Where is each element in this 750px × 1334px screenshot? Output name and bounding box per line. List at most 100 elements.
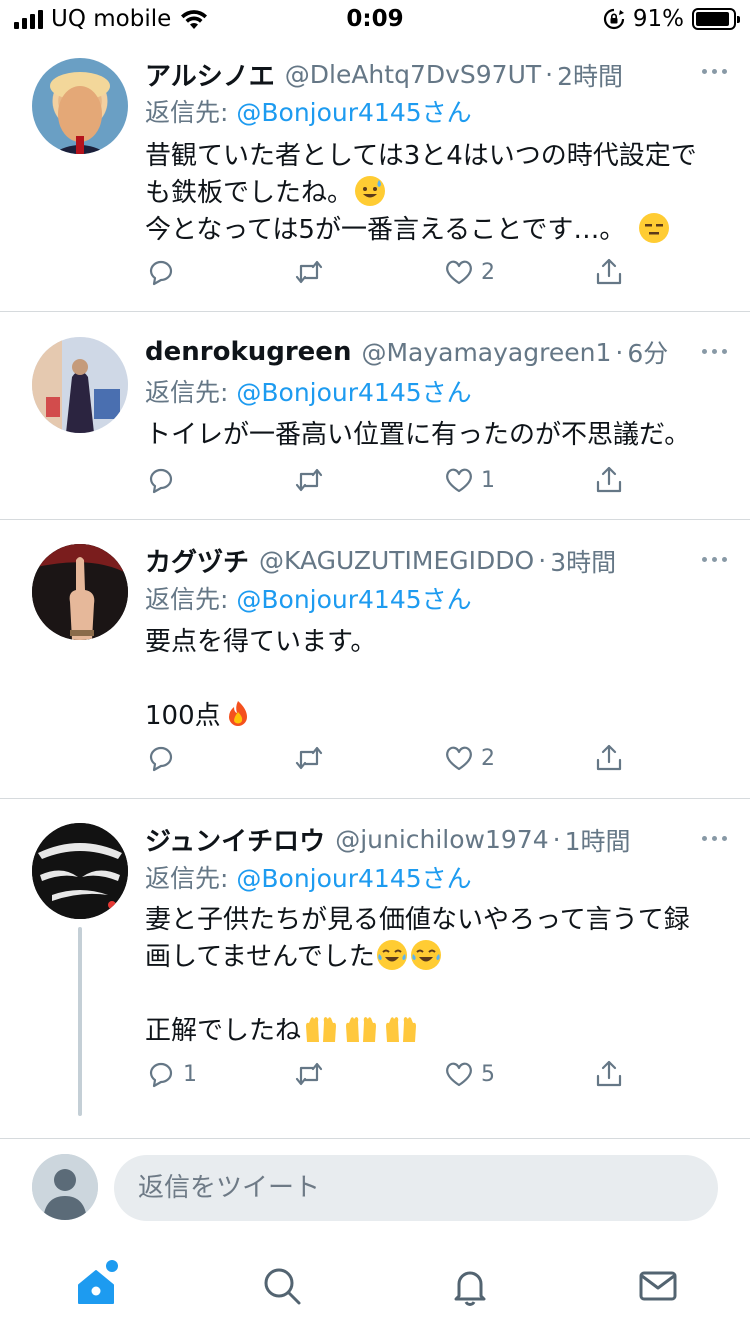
display-name[interactable]: アルシノエ (145, 56, 275, 93)
tab-search[interactable] (252, 1256, 312, 1316)
tears-of-joy-emoji (376, 940, 407, 970)
avatar[interactable] (32, 337, 128, 433)
user-handle[interactable]: @DleAhtq7DvS97UT (285, 60, 541, 89)
tweet-text: 要点を得ています。 100点 (145, 624, 715, 735)
like-count: 2 (481, 745, 495, 771)
rotation-lock-icon (603, 8, 624, 30)
tweet-header: アルシノエ @DleAhtq7DvS97UT · 2時間 (145, 56, 730, 93)
share-button[interactable] (593, 256, 625, 288)
share-button[interactable] (593, 742, 625, 774)
like-button[interactable]: 1 (443, 464, 495, 496)
retweet-icon (295, 468, 323, 492)
battery-fill (696, 12, 729, 26)
user-handle[interactable]: @junichilow1974 (335, 825, 548, 854)
reply-to-mention[interactable]: @Bonjour4145さん (236, 585, 471, 614)
avatar-image (32, 337, 128, 433)
default-avatar-icon (32, 1154, 98, 1220)
tweet-text-line: 100点 (145, 698, 715, 735)
share-button[interactable] (593, 1058, 625, 1090)
display-name[interactable]: カグヅチ (145, 542, 249, 579)
heart-icon (446, 260, 472, 285)
retweet-icon (295, 746, 323, 770)
tweet-actions: 2 (145, 742, 625, 782)
expressionless-emoji (639, 213, 670, 243)
retweet-button[interactable] (293, 1058, 331, 1090)
share-button[interactable] (593, 464, 625, 496)
mail-icon (639, 1271, 677, 1301)
tab-messages[interactable] (628, 1256, 688, 1316)
reply-to-mention[interactable]: @Bonjour4145さん (236, 864, 471, 893)
tweet-text: 妻と子供たちが見る価値ないやろって言うて録 画してませんでした 正解でしたね (145, 902, 715, 1050)
tweet-time[interactable]: 3時間 (550, 543, 616, 579)
reply-to-mention[interactable]: @Bonjour4145さん (236, 378, 471, 407)
user-handle[interactable]: @KAGUZUTIMEGIDDO (259, 546, 534, 575)
retweet-button[interactable] (293, 742, 331, 774)
reply-icon (149, 746, 173, 772)
reply-to-mention[interactable]: @Bonjour4145さん (236, 98, 471, 127)
reply-count: 1 (183, 1061, 197, 1087)
tweet-time[interactable]: 2時間 (557, 57, 623, 93)
battery-percent: 91% (632, 6, 684, 32)
avatar-image (32, 823, 128, 919)
tab-notifications[interactable] (440, 1256, 500, 1316)
tweet[interactable]: denrokugreen @Mayamayagreen1 · 6分 返信先: @… (0, 312, 750, 520)
tweet-text-line: も鉄板でしたね。 (145, 175, 715, 212)
retweet-icon (295, 260, 323, 284)
battery-icon (692, 8, 740, 30)
reply-to-label: 返信先: (145, 585, 237, 614)
tab-bar (0, 1238, 750, 1334)
reply-to-label: 返信先: (145, 864, 237, 893)
reply-button[interactable] (145, 742, 183, 774)
more-options-icon[interactable] (702, 833, 732, 843)
display-name[interactable]: ジュンイチロウ (145, 821, 325, 858)
tweet[interactable]: アルシノエ @DleAhtq7DvS97UT · 2時間 返信先: @Bonjo… (0, 40, 750, 312)
reply-button[interactable] (145, 464, 183, 496)
separator-dot: · (545, 60, 554, 89)
status-right: 91% (603, 6, 740, 32)
avatar-image (32, 544, 128, 640)
display-name[interactable]: denrokugreen (145, 337, 351, 367)
fire-emoji (223, 699, 253, 729)
reply-button[interactable]: 1 (145, 1058, 197, 1090)
tweet-header: denrokugreen @Mayamayagreen1 · 6分 (145, 334, 730, 370)
search-icon (264, 1268, 301, 1305)
separator-dot: · (552, 825, 561, 854)
avatar[interactable] (32, 544, 128, 640)
user-handle[interactable]: @Mayamayagreen1 (361, 338, 611, 367)
tweet[interactable]: ジュンイチロウ @junichilow1974 · 1時間 返信先: @Bonj… (0, 799, 750, 1138)
tweet-time[interactable]: 1時間 (565, 822, 631, 858)
bell-icon (454, 1271, 486, 1306)
tab-home[interactable] (66, 1256, 126, 1316)
retweet-button[interactable] (293, 464, 331, 496)
tweet-time[interactable]: 6分 (627, 334, 668, 370)
tweet-actions: 1 (145, 464, 625, 504)
more-options-icon[interactable] (702, 66, 732, 76)
my-avatar[interactable] (32, 1154, 98, 1220)
reply-composer (0, 1138, 750, 1238)
tweet-text-line: 妻と子供たちが見る価値ないやろって言うて録 (145, 905, 690, 935)
tweet-actions: 1 5 (145, 1058, 625, 1098)
reply-icon (149, 468, 173, 494)
tweet-text-line: 正解でしたね (145, 1013, 715, 1050)
tweet-text-line: 要点を得ています。 (145, 627, 377, 657)
reply-icon (149, 260, 173, 286)
retweet-button[interactable] (293, 256, 331, 288)
new-tweets-dot (106, 1260, 118, 1272)
tweet-header: ジュンイチロウ @junichilow1974 · 1時間 (145, 821, 730, 858)
tweet[interactable]: カグヅチ @KAGUZUTIMEGIDDO · 3時間 返信先: @Bonjou… (0, 520, 750, 799)
reply-input[interactable] (114, 1155, 718, 1221)
avatar[interactable] (32, 58, 128, 154)
share-icon (596, 1060, 622, 1087)
reply-button[interactable] (145, 256, 183, 288)
like-button[interactable]: 2 (443, 742, 495, 774)
reply-to-line: 返信先: @Bonjour4145さん (145, 373, 472, 409)
more-options-icon[interactable] (702, 346, 732, 356)
tears-of-joy-emoji (410, 940, 441, 970)
tweet-header: カグヅチ @KAGUZUTIMEGIDDO · 3時間 (145, 542, 730, 579)
like-button[interactable]: 5 (443, 1058, 495, 1090)
avatar[interactable] (32, 823, 128, 919)
tweet-text-line: 画してませんでした (145, 939, 715, 976)
like-button[interactable]: 2 (443, 256, 495, 288)
more-options-icon[interactable] (702, 554, 732, 564)
reply-to-line: 返信先: @Bonjour4145さん (145, 580, 472, 616)
